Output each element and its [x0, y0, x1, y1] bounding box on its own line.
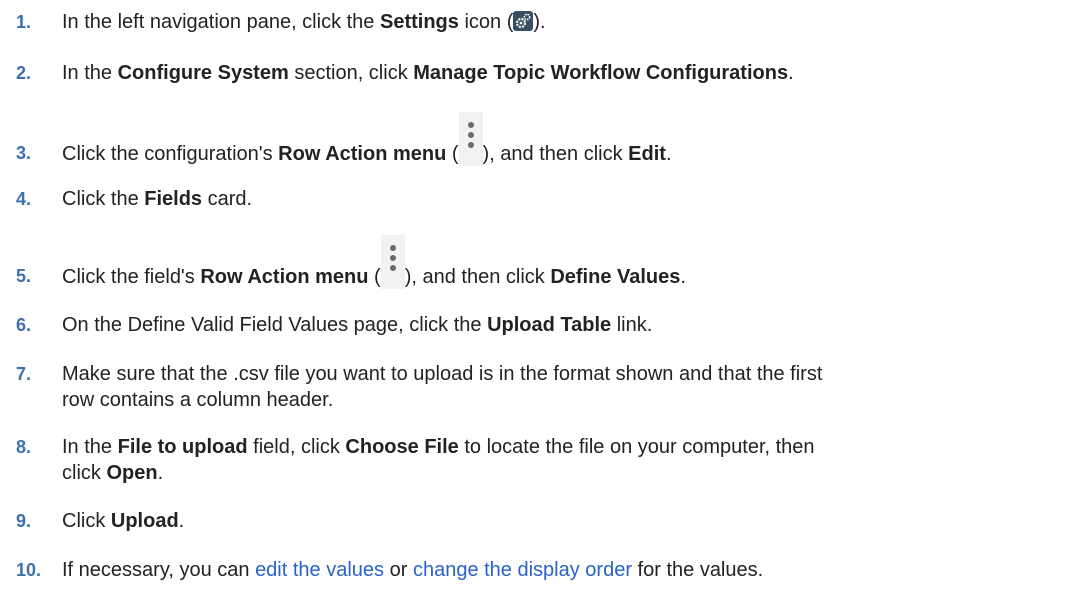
step-number: 8. [16, 437, 32, 457]
change-display-order-link[interactable]: change the display order [413, 559, 632, 581]
step-number: 3. [16, 143, 32, 163]
instruction-steps: 1. In the left navigation pane, click th… [0, 0, 1086, 594]
step-number: 2. [16, 63, 32, 83]
step-number: 4. [16, 189, 32, 209]
step-text: On the Define Valid Field Values page, c… [62, 314, 653, 336]
step-number: 7. [16, 364, 32, 384]
row-action-menu-icon [380, 235, 405, 289]
step-number: 6. [16, 315, 32, 335]
step-number: 9. [16, 511, 32, 531]
step-text: Click the Fields card. [62, 188, 253, 210]
step-number: 5. [16, 266, 32, 286]
step-text: Click the configuration's Row Action men… [62, 112, 1076, 167]
step-text: Make sure that the .csv file you want to… [62, 363, 823, 411]
settings-gear-icon [513, 11, 534, 31]
step-text: Click Upload. [62, 510, 185, 532]
edit-values-link[interactable]: edit the values [255, 559, 384, 581]
step-text: In the File to upload field, click Choos… [62, 436, 815, 484]
step-number: 10. [16, 560, 42, 580]
settings-label: Settings [379, 11, 459, 33]
step-number: 1. [16, 12, 32, 32]
step-text: If necessary, you can edit the values or… [62, 559, 764, 581]
step-text: Click the field's Row Action menu (), an… [62, 235, 1076, 290]
row-action-menu-icon [458, 112, 483, 166]
step-text: In the left navigation pane, click the S… [62, 11, 546, 33]
step-text: In the Configure System section, click M… [62, 62, 794, 84]
